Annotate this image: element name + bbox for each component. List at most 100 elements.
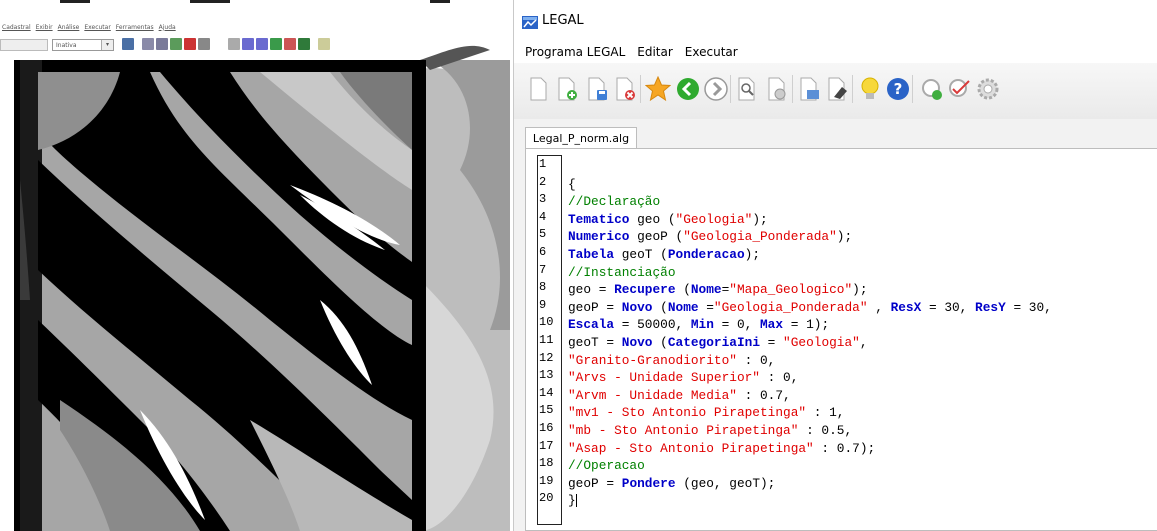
code-text: } [568, 493, 576, 509]
code-line: "Arvm - Unidade Media" : 0.7, [568, 387, 1157, 405]
window-title: LEGAL [542, 13, 584, 28]
code-line: //Declaração [568, 193, 1157, 211]
code-line: //Operacao [568, 457, 1157, 475]
code-keyword: Numerico [568, 229, 630, 245]
code-string: "Geologia" [783, 334, 860, 350]
code-string: "Arvm - Unidade Media" [568, 387, 737, 403]
line-number: 20 [539, 491, 554, 506]
code-keyword: Novo [621, 299, 653, 315]
code-text: ); [744, 246, 760, 262]
code-keyword: Nome [690, 282, 722, 298]
line-number: 8 [539, 280, 547, 295]
code-comment: //Declaração [568, 194, 661, 210]
check-icon[interactable] [946, 75, 974, 103]
tab-label: Legal_P_norm.alg [532, 132, 630, 145]
map-viewer-window: Cadastral Exibir Análise Executar Ferram… [0, 0, 510, 531]
close-document-icon[interactable] [612, 75, 640, 103]
text-cursor [575, 494, 577, 508]
add-document-icon[interactable] [554, 75, 582, 103]
code-text: geo ( [629, 211, 676, 227]
favorite-star-icon[interactable] [644, 75, 672, 103]
menu-editar[interactable]: Editar [631, 45, 679, 59]
erase-icon[interactable] [824, 75, 852, 103]
code-keyword: Ponderacao [667, 246, 745, 262]
export-icon[interactable] [796, 75, 824, 103]
back-arrow-icon[interactable] [674, 75, 702, 103]
code-string: "mb - Sto Antonio Pirapetinga" [568, 422, 799, 438]
code-text: = 30, [921, 299, 976, 315]
legal-editor-window: LEGAL Programa LEGAL Editar Executar ? L… [513, 0, 1157, 531]
code-line: geoT = Novo (CategoriaIni = "Geologia", [568, 334, 1157, 352]
code-text: , [859, 334, 868, 350]
toolbar-separator [730, 75, 731, 103]
code-comment: //Instanciação [568, 264, 676, 280]
code-text: = [760, 334, 784, 350]
svg-text:?: ? [894, 80, 903, 98]
code-string: "Mapa_Geologico" [729, 282, 853, 298]
tip-lightbulb-icon[interactable] [856, 75, 884, 103]
menu-programa-legal[interactable]: Programa LEGAL [514, 45, 631, 59]
code-text: = [698, 299, 714, 315]
code-line: Tematico geo ("Geologia"); [568, 211, 1157, 229]
find-replace-icon[interactable] [764, 75, 792, 103]
code-keyword: ResX [890, 299, 922, 315]
code-line: geoP = Novo (Nome ="Geologia_Ponderada" … [568, 299, 1157, 317]
toolbar-separator [640, 75, 641, 103]
forward-arrow-icon[interactable] [702, 75, 730, 103]
code-keyword: Min [690, 317, 714, 333]
code-text: = 1); [783, 317, 830, 333]
code-editor[interactable]: 1 2 3 4 5 6 7 8 9 10 11 12 13 14 15 16 17 18 19 20 {//Decla… [525, 148, 1157, 531]
new-document-icon[interactable] [524, 75, 552, 103]
window-titlebar[interactable]: LEGAL [514, 0, 1157, 40]
code-area[interactable]: {//Declaração Tematico geo ("Geologia"); N… [568, 158, 1157, 510]
line-number: 11 [539, 332, 554, 347]
line-number: 17 [539, 438, 554, 453]
code-line: Escala = 50000, Min = 0, Max = 1); [568, 316, 1157, 334]
code-text: geoP = [568, 299, 622, 315]
legal-app-icon [522, 16, 538, 29]
code-line: } [568, 492, 1157, 510]
line-number: 16 [539, 420, 554, 435]
code-string: "Granito-Granodiorito" [568, 352, 737, 368]
code-text: : 0, [736, 352, 776, 368]
code-line: geo = Recupere (Nome="Mapa_Geologico"); [568, 281, 1157, 299]
code-keyword: Novo [621, 334, 653, 350]
line-number: 9 [539, 297, 547, 312]
line-number-gutter: 1 2 3 4 5 6 7 8 9 10 11 12 13 14 15 16 17 18 19 20 [537, 155, 562, 525]
line-number: 13 [539, 368, 554, 383]
find-icon[interactable] [734, 75, 762, 103]
line-number: 6 [539, 244, 547, 259]
code-line: "mb - Sto Antonio Pirapetinga" : 0.5, [568, 422, 1157, 440]
code-text: geoT ( [614, 246, 668, 262]
code-text: geoP ( [629, 229, 684, 245]
toolbar-separator [792, 75, 793, 103]
code-text: : 0, [760, 370, 799, 386]
code-text: (geo, geoT); [675, 475, 776, 491]
run-icon[interactable] [918, 75, 946, 103]
code-line: "mv1 - Sto Antonio Pirapetinga" : 1, [568, 404, 1157, 422]
code-text: = 30, [1005, 299, 1052, 315]
settings-gear-icon[interactable] [974, 75, 1002, 103]
line-number: 14 [539, 385, 554, 400]
code-text: : 0.7); [813, 440, 876, 456]
help-icon[interactable]: ? [884, 75, 912, 103]
code-keyword: Escala [568, 317, 615, 333]
code-text: geoP = [568, 475, 622, 491]
code-text: ( [652, 334, 668, 350]
code-text: = 0, [713, 317, 760, 333]
line-number: 10 [539, 315, 554, 330]
menu-executar[interactable]: Executar [679, 45, 744, 59]
line-number: 4 [539, 209, 547, 224]
code-line: Tabela geoT (Ponderacao); [568, 246, 1157, 264]
code-text: , [867, 299, 891, 315]
line-number: 3 [539, 192, 547, 207]
code-comment: //Operacao [568, 458, 645, 474]
tab-legal-p-norm[interactable]: Legal_P_norm.alg [525, 127, 637, 149]
tab-strip: Legal_P_norm.alg [514, 119, 1157, 149]
code-keyword: Tabela [568, 246, 615, 262]
code-keyword: Tematico [568, 211, 630, 227]
line-number: 18 [539, 456, 554, 471]
save-icon[interactable] [584, 75, 612, 103]
code-text: ); [836, 229, 853, 245]
